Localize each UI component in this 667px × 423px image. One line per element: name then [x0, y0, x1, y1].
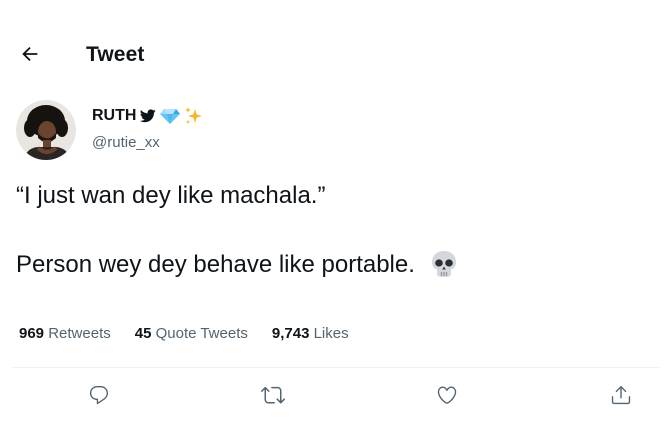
tweet-author: RUTH @rutie_xx — [16, 100, 656, 162]
quote-tweets-label: Quote Tweets — [155, 325, 248, 342]
likes-count: 9,743 — [271, 325, 310, 342]
retweets-label: Retweets — [48, 325, 111, 342]
likes-stat[interactable]: 9,743 Likes — [272, 325, 349, 342]
page-title: Tweet — [86, 43, 145, 66]
user-handle[interactable]: @rutie_xx — [92, 134, 160, 151]
sparkles-icon — [184, 106, 204, 126]
avatar[interactable] — [16, 100, 76, 160]
arrow-left-icon — [19, 43, 41, 70]
skull-icon — [429, 249, 459, 279]
share-button[interactable] — [606, 382, 636, 412]
tweet-text: “I just wan dey like machala.” Person we… — [16, 181, 646, 279]
display-name[interactable]: RUTH — [92, 107, 136, 125]
quote-tweets-stat[interactable]: 45 Quote Tweets — [135, 325, 248, 342]
tweet-actions — [0, 382, 667, 412]
retweets-count: 969 — [19, 325, 45, 342]
twitter-bird-icon — [140, 109, 157, 123]
tweet-line-2: Person wey dey behave like portable. — [16, 250, 415, 278]
tweet-line-1: “I just wan dey like machala.” — [16, 182, 326, 209]
retweets-stat[interactable]: 969 Retweets — [19, 325, 111, 342]
back-button[interactable] — [14, 42, 46, 70]
share-icon — [610, 384, 632, 411]
retweet-button[interactable] — [258, 382, 288, 412]
tweet-header: Tweet — [0, 36, 667, 76]
reply-icon — [88, 384, 110, 411]
divider — [12, 367, 660, 368]
tweet-stats: 969 Retweets 45 Quote Tweets 9,743 Likes — [19, 325, 373, 342]
tweet-line-2-row: Person wey dey behave like portable. — [16, 249, 646, 279]
like-icon — [436, 384, 458, 411]
like-button[interactable] — [432, 382, 462, 412]
retweet-icon — [261, 383, 285, 412]
gem-icon — [160, 108, 181, 124]
name-row: RUTH — [92, 106, 204, 126]
likes-label: Likes — [313, 325, 349, 342]
quote-tweets-count: 45 — [134, 325, 152, 342]
reply-button[interactable] — [84, 382, 114, 412]
